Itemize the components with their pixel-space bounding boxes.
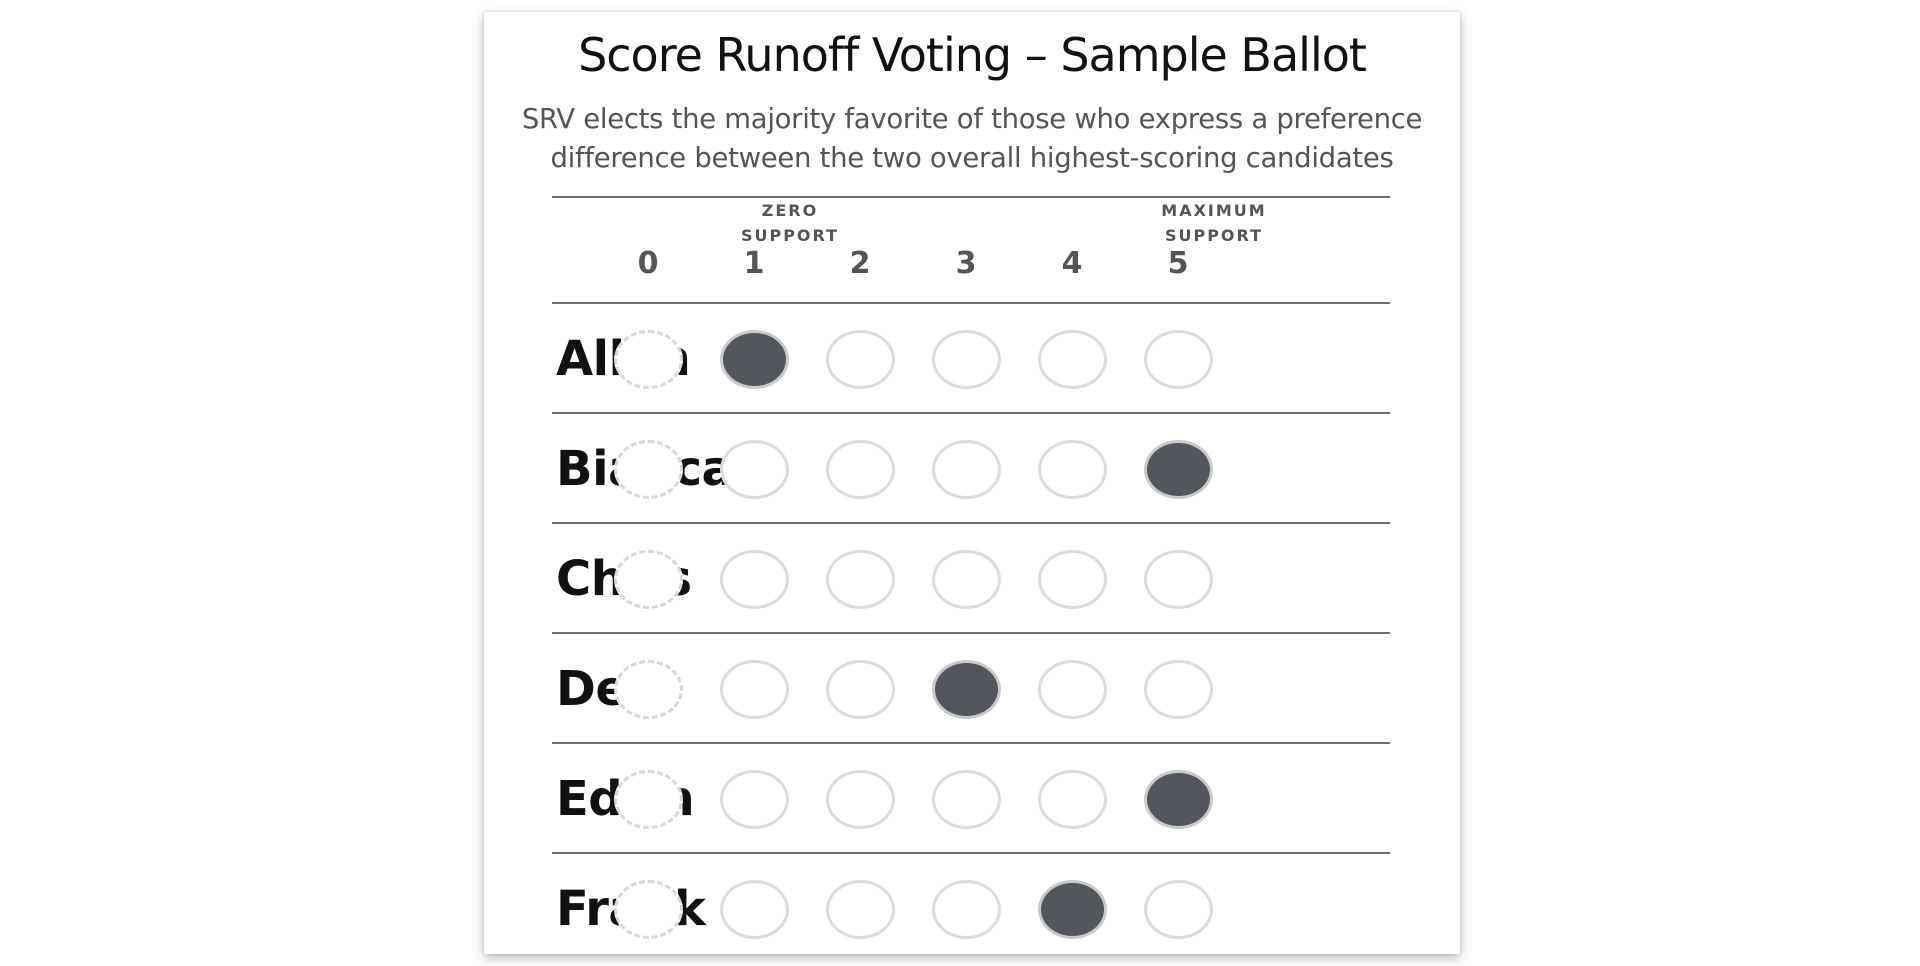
maximum-support-label-line-1: Maximum (1161, 201, 1267, 220)
score-bubble-0[interactable] (613, 659, 683, 719)
ballot-title: Score Runoff Voting – Sample Ballot (578, 28, 1367, 82)
row-divider (552, 632, 1390, 634)
ballot-sheet: Score Runoff Voting – Sample Ballot SRV … (484, 12, 1460, 954)
score-bubble-3[interactable] (931, 659, 1001, 719)
ballot-subtitle: SRV elects the majority favorite of thos… (484, 100, 1460, 178)
score-bubble-4[interactable] (1037, 439, 1107, 499)
score-bubble-4[interactable] (1037, 879, 1107, 939)
score-header-5: 5 (1167, 246, 1189, 281)
row-divider (552, 522, 1390, 524)
row-divider (552, 852, 1390, 854)
row-divider (552, 742, 1390, 744)
score-bubble-4[interactable] (1037, 769, 1107, 829)
score-bubble-1[interactable] (719, 549, 789, 609)
score-header-0: 0 (637, 246, 659, 281)
score-bubble-0[interactable] (613, 769, 683, 829)
score-bubble-2[interactable] (825, 659, 895, 719)
score-bubble-4[interactable] (1037, 659, 1107, 719)
score-header-4: 4 (1061, 246, 1083, 281)
header-bottom-rule (552, 302, 1390, 304)
score-bubble-3[interactable] (931, 549, 1001, 609)
score-bubble-4[interactable] (1037, 329, 1107, 389)
zero-support-label: Zero support (720, 198, 860, 248)
score-header-2: 2 (849, 246, 871, 281)
score-bubble-3[interactable] (931, 329, 1001, 389)
score-bubble-4[interactable] (1037, 549, 1107, 609)
score-bubble-0[interactable] (613, 439, 683, 499)
score-bubble-5[interactable] (1143, 439, 1213, 499)
score-header-1: 1 (743, 246, 765, 281)
score-bubble-1[interactable] (719, 329, 789, 389)
score-bubble-5[interactable] (1143, 769, 1213, 829)
score-bubble-5[interactable] (1143, 329, 1213, 389)
score-bubble-0[interactable] (613, 879, 683, 939)
zero-support-label-line-1: Zero (761, 201, 819, 220)
score-bubble-5[interactable] (1143, 549, 1213, 609)
zero-support-label-line-2: support (740, 226, 840, 245)
score-bubble-1[interactable] (719, 439, 789, 499)
score-bubble-0[interactable] (613, 549, 683, 609)
score-bubble-3[interactable] (931, 879, 1001, 939)
score-header-3: 3 (955, 246, 977, 281)
subtitle-line-2: difference between the two overall highe… (550, 142, 1394, 174)
score-bubble-1[interactable] (719, 769, 789, 829)
maximum-support-label-line-2: support (1164, 226, 1264, 245)
maximum-support-label: Maximum support (1144, 198, 1284, 248)
score-bubble-2[interactable] (825, 549, 895, 609)
row-divider (552, 412, 1390, 414)
score-bubble-2[interactable] (825, 769, 895, 829)
score-bubble-3[interactable] (931, 769, 1001, 829)
score-bubble-1[interactable] (719, 879, 789, 939)
score-bubble-1[interactable] (719, 659, 789, 719)
score-bubble-0[interactable] (613, 329, 683, 389)
score-bubble-2[interactable] (825, 329, 895, 389)
subtitle-line-1: SRV elects the majority favorite of thos… (521, 103, 1423, 135)
score-bubble-3[interactable] (931, 439, 1001, 499)
score-bubble-2[interactable] (825, 879, 895, 939)
score-bubble-5[interactable] (1143, 659, 1213, 719)
score-bubble-2[interactable] (825, 439, 895, 499)
score-bubble-5[interactable] (1143, 879, 1213, 939)
